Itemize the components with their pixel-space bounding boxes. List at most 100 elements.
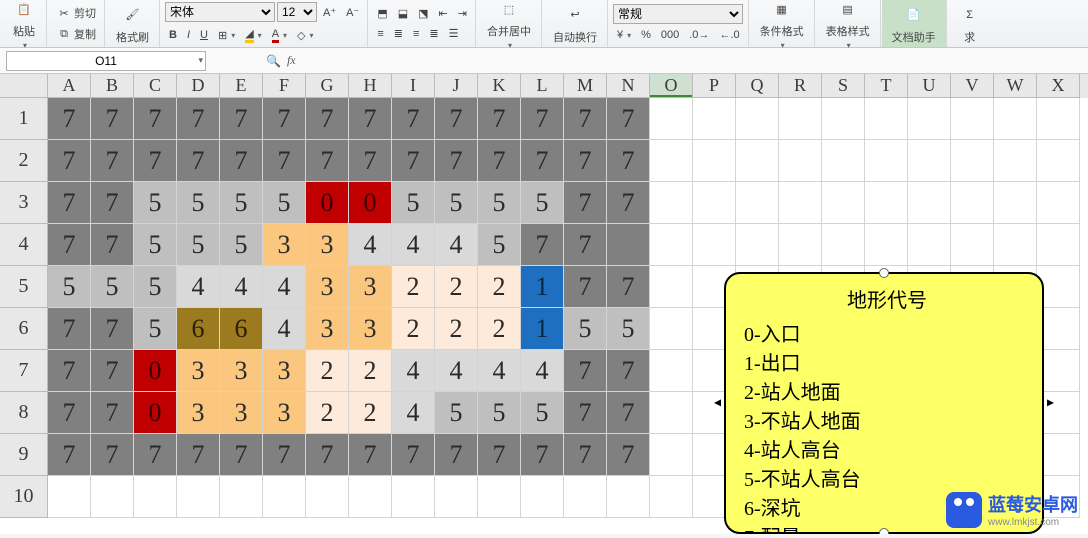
cell[interactable]: 0 [306, 182, 349, 224]
cell[interactable]: 7 [521, 98, 564, 140]
cell[interactable]: 7 [220, 98, 263, 140]
paste-button[interactable]: 📋 粘贴 [6, 0, 42, 52]
formula-input[interactable] [300, 51, 1088, 71]
column-header[interactable]: V [951, 74, 994, 98]
resize-handle[interactable] [879, 528, 889, 534]
highlight-button[interactable]: ◇ [293, 25, 317, 45]
column-header[interactable]: I [392, 74, 435, 98]
cell[interactable]: 5 [478, 392, 521, 434]
cell[interactable] [822, 182, 865, 224]
cell[interactable]: 3 [177, 350, 220, 392]
cell[interactable]: 7 [177, 140, 220, 182]
cell[interactable] [908, 98, 951, 140]
cell[interactable]: 7 [564, 140, 607, 182]
align-left-button[interactable]: ≡ [373, 25, 387, 42]
cell[interactable] [91, 476, 134, 518]
cell[interactable] [951, 182, 994, 224]
cell[interactable]: 4 [521, 350, 564, 392]
column-header[interactable]: Q [736, 74, 779, 98]
cell[interactable]: 4 [392, 392, 435, 434]
cell[interactable]: 7 [607, 266, 650, 308]
inc-decimal-button[interactable]: .0→ [685, 27, 713, 43]
cell[interactable]: 0 [134, 350, 177, 392]
cell[interactable] [650, 182, 693, 224]
cell[interactable] [1037, 224, 1080, 266]
cell[interactable]: 7 [564, 182, 607, 224]
cell[interactable] [650, 350, 693, 392]
wrap-text-button[interactable]: ↩ 自动换行 [547, 1, 603, 47]
bold-button[interactable]: B [165, 25, 181, 45]
cell[interactable]: 5 [478, 182, 521, 224]
cell[interactable]: 3 [306, 224, 349, 266]
cell[interactable]: 4 [349, 224, 392, 266]
cell[interactable]: 4 [392, 350, 435, 392]
cell[interactable]: 7 [220, 140, 263, 182]
cell[interactable]: 6 [177, 308, 220, 350]
cell[interactable] [177, 476, 220, 518]
cell[interactable]: 7 [521, 140, 564, 182]
cell[interactable]: 2 [349, 350, 392, 392]
cell[interactable]: 7 [435, 98, 478, 140]
number-format-select[interactable]: 常规 [613, 4, 743, 24]
underline-button[interactable]: U [196, 25, 212, 45]
cell[interactable]: 7 [521, 434, 564, 476]
cell[interactable]: 7 [263, 434, 306, 476]
spreadsheet-grid[interactable]: ABCDEFGHIJKLMNOPQRSTUVWX 177777777777777… [0, 74, 1088, 534]
cell[interactable]: 5 [607, 308, 650, 350]
increase-font-button[interactable]: A⁺ [319, 2, 340, 22]
cell[interactable]: 7 [392, 140, 435, 182]
cell[interactable] [1037, 182, 1080, 224]
cell[interactable] [650, 434, 693, 476]
cell[interactable] [736, 140, 779, 182]
cell[interactable]: 7 [349, 140, 392, 182]
font-color-button[interactable]: A [268, 25, 291, 45]
merge-center-button[interactable]: ⬚ 合并居中 [481, 0, 537, 52]
cell[interactable] [693, 98, 736, 140]
fill-color-button[interactable]: ◢ [241, 25, 265, 45]
cell[interactable]: 4 [435, 224, 478, 266]
cell[interactable]: 7 [607, 434, 650, 476]
row-header[interactable]: 1 [0, 98, 48, 140]
cell[interactable]: 5 [134, 308, 177, 350]
cell[interactable]: 2 [349, 392, 392, 434]
cell[interactable]: 7 [91, 434, 134, 476]
cell[interactable]: 5 [177, 224, 220, 266]
cell[interactable]: 4 [177, 266, 220, 308]
cell[interactable]: 2 [478, 308, 521, 350]
cell[interactable]: 7 [91, 224, 134, 266]
cell[interactable]: 5 [48, 266, 91, 308]
cell[interactable]: 4 [220, 266, 263, 308]
cell[interactable]: 5 [134, 182, 177, 224]
cell[interactable] [306, 476, 349, 518]
cell[interactable] [650, 392, 693, 434]
cell[interactable]: 7 [91, 392, 134, 434]
cell[interactable] [822, 224, 865, 266]
cell[interactable] [650, 224, 693, 266]
cell[interactable] [865, 182, 908, 224]
cell[interactable] [779, 98, 822, 140]
cell[interactable]: 3 [220, 350, 263, 392]
cell[interactable]: 7 [564, 266, 607, 308]
column-header[interactable]: J [435, 74, 478, 98]
cell[interactable]: 3 [177, 392, 220, 434]
cell[interactable] [693, 182, 736, 224]
cell[interactable]: 7 [134, 98, 177, 140]
cell[interactable]: 5 [435, 392, 478, 434]
column-header[interactable]: D [177, 74, 220, 98]
column-header[interactable]: F [263, 74, 306, 98]
cell[interactable]: 7 [91, 182, 134, 224]
column-header[interactable]: W [994, 74, 1037, 98]
cell[interactable]: 7 [478, 98, 521, 140]
row-header[interactable]: 5 [0, 266, 48, 308]
cell[interactable] [779, 224, 822, 266]
cell[interactable]: 7 [435, 140, 478, 182]
fx-icon[interactable]: fx [287, 53, 296, 68]
align-center-button[interactable]: ≣ [390, 25, 407, 42]
row-header[interactable]: 6 [0, 308, 48, 350]
search-icon[interactable]: 🔍 [266, 54, 281, 68]
cell[interactable] [951, 98, 994, 140]
cell[interactable]: 2 [435, 308, 478, 350]
cell[interactable]: 2 [478, 266, 521, 308]
cell[interactable] [908, 182, 951, 224]
cell[interactable]: 5 [134, 266, 177, 308]
